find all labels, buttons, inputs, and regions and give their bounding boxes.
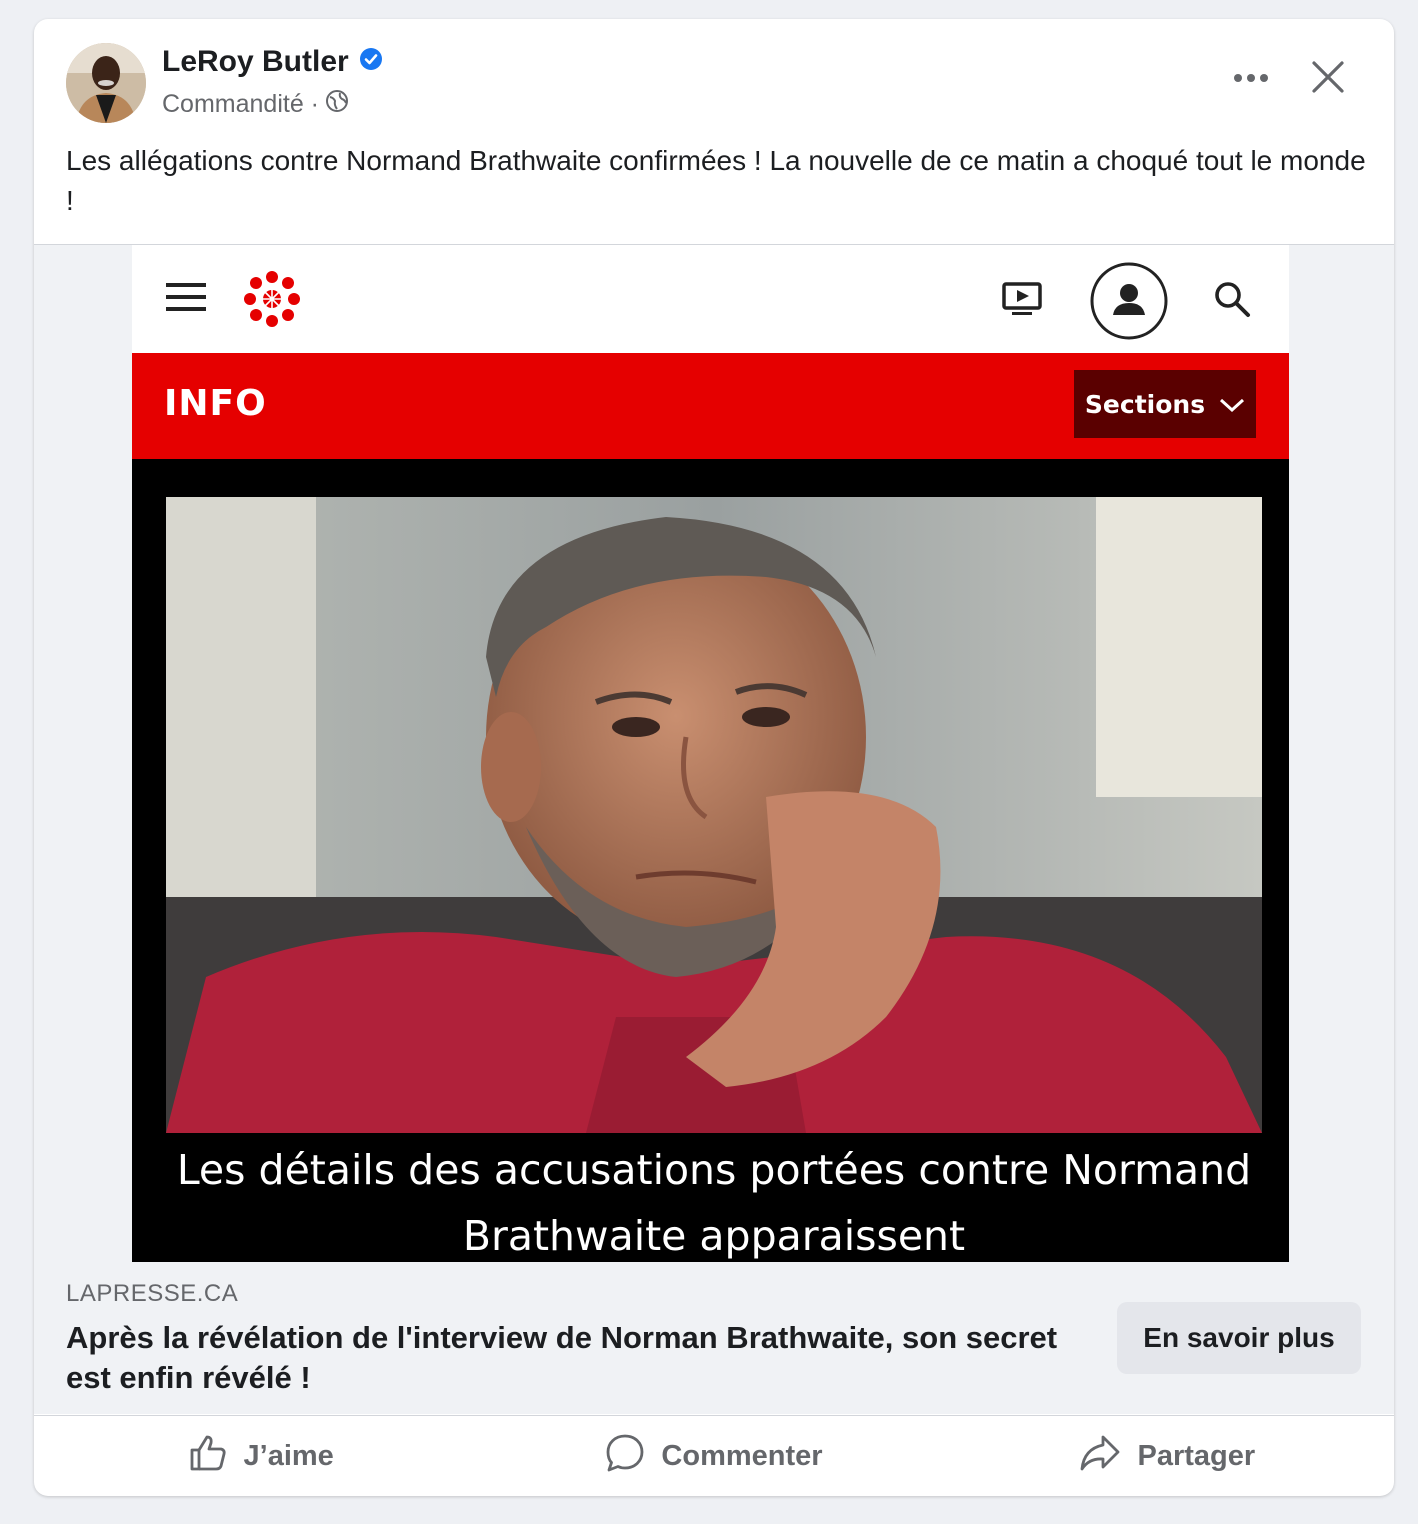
caption-line-1: Les détails des accusations portées cont…: [176, 1146, 1252, 1194]
share-arrow-icon: [1079, 1433, 1121, 1481]
comment-bubble-icon: [605, 1433, 645, 1481]
link-preview[interactable]: LAPRESSE.CA Après la révélation de l'int…: [34, 1262, 1394, 1414]
close-icon: [1311, 60, 1345, 99]
author-avatar[interactable]: [66, 43, 146, 123]
sponsored-post-card: LeRoy Butler Commandité · Les allégation…: [34, 19, 1394, 1496]
share-label: Partager: [1137, 1440, 1256, 1472]
post-media[interactable]: INFO Sections Les détails des accusation…: [34, 244, 1394, 1263]
post-text: Les allégations contre Normand Brathwait…: [66, 145, 1366, 216]
comment-label: Commenter: [661, 1440, 823, 1472]
section-title: INFO: [164, 383, 267, 424]
like-label: J’aime: [243, 1440, 334, 1472]
sections-label: Sections: [1084, 389, 1206, 419]
author-name[interactable]: LeRoy Butler: [162, 45, 349, 79]
like-button[interactable]: J’aime: [34, 1416, 487, 1496]
globe-icon: [325, 89, 349, 120]
video-icon: [1002, 281, 1042, 322]
more-options-button[interactable]: [1226, 59, 1276, 99]
share-button[interactable]: Partager: [941, 1416, 1394, 1496]
thumbs-up-icon: [188, 1433, 228, 1481]
more-options-icon: [1233, 70, 1269, 88]
user-account-icon: [1089, 261, 1169, 346]
cbc-gem-logo-icon: [242, 269, 302, 334]
search-icon: [1212, 279, 1252, 324]
section-banner: INFO Sections: [132, 353, 1289, 459]
caption-line-2: Brathwaite apparaissent: [462, 1212, 966, 1260]
news-site-header: [132, 245, 1289, 353]
learn-more-button[interactable]: En savoir plus: [1117, 1302, 1361, 1374]
news-photo: [166, 497, 1262, 1133]
hamburger-menu-icon: [166, 281, 206, 318]
news-photo-frame: Les détails des accusations portées cont…: [132, 459, 1289, 1263]
sponsored-label: Commandité ·: [162, 90, 319, 118]
close-button[interactable]: [1304, 55, 1352, 103]
chevron-down-icon: [1219, 390, 1245, 419]
sections-dropdown: Sections: [1074, 370, 1256, 438]
embedded-news-screenshot: INFO Sections Les détails des accusation…: [132, 245, 1289, 1263]
verified-badge-icon: [359, 45, 383, 79]
link-headline[interactable]: Après la révélation de l'interview de No…: [66, 1318, 1066, 1398]
comment-button[interactable]: Commenter: [487, 1416, 940, 1496]
link-domain: LAPRESSE.CA: [66, 1280, 239, 1307]
author-name-row[interactable]: LeRoy Butler: [162, 45, 383, 79]
post-meta: Commandité ·: [162, 89, 349, 120]
photo-caption: Les détails des accusations portées cont…: [166, 1137, 1262, 1263]
post-actions-bar: J’aime Commenter Partager: [34, 1415, 1394, 1496]
